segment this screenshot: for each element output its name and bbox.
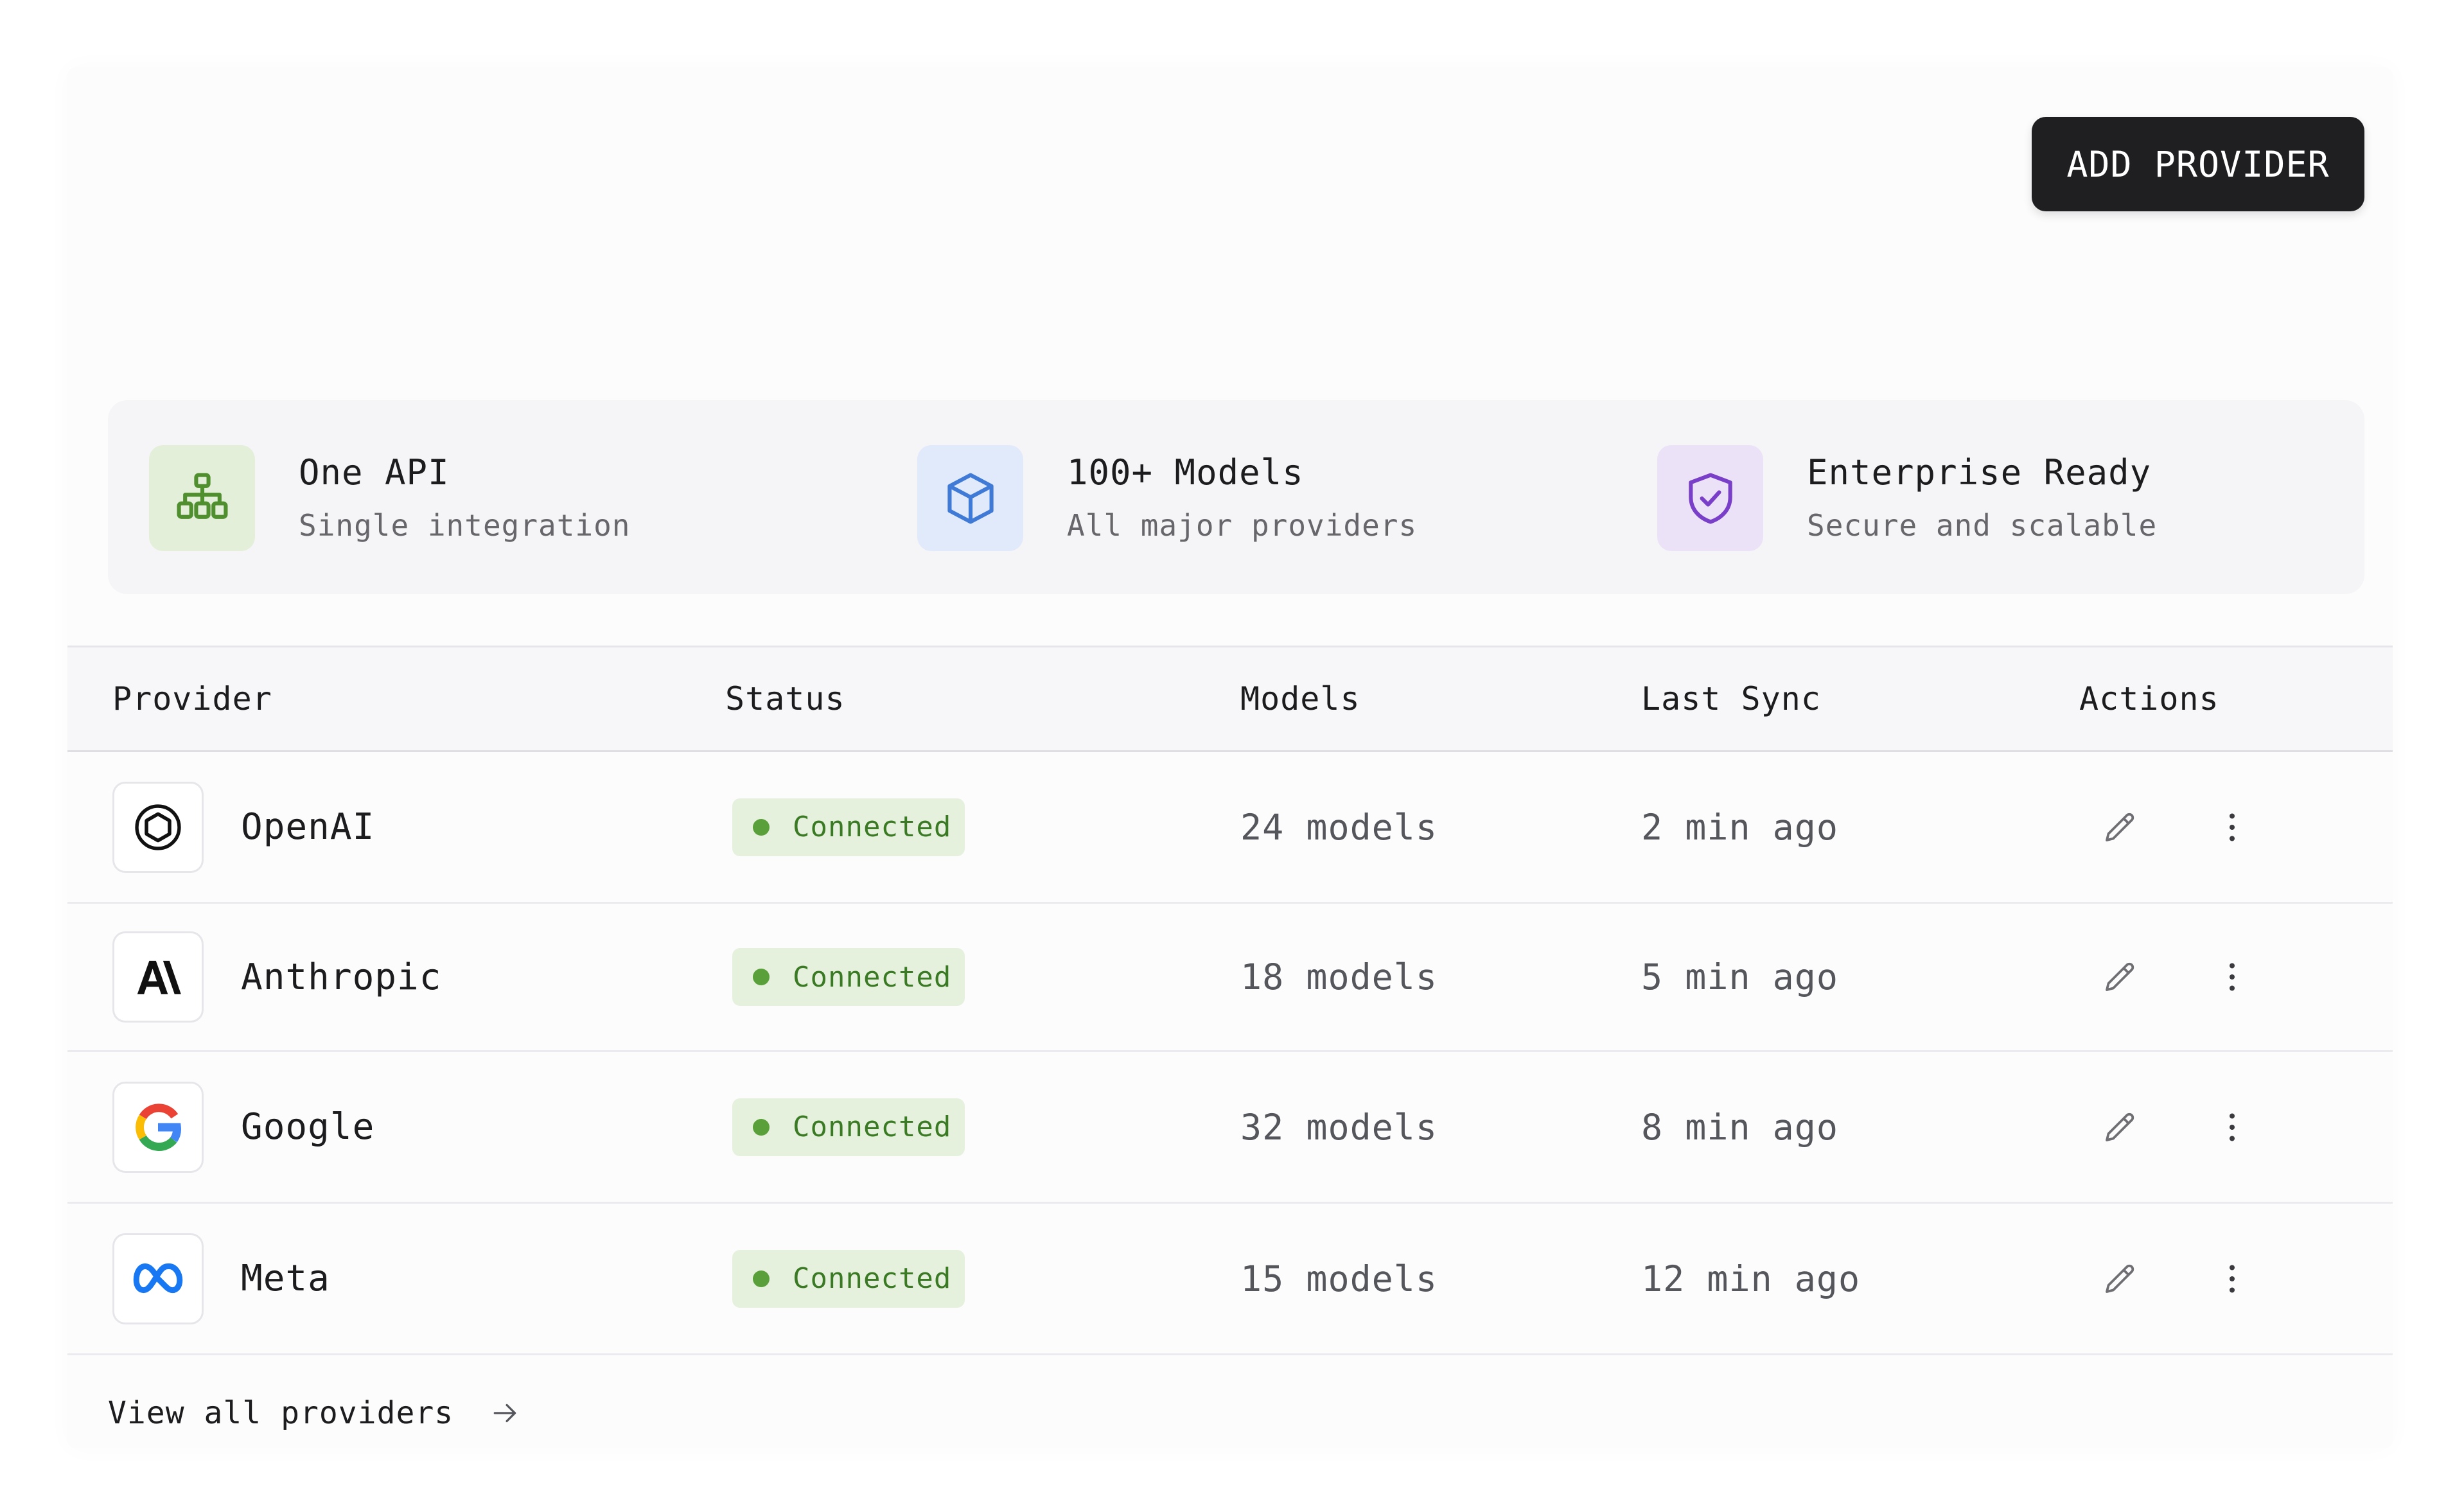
feature-subtitle: Secure and scalable [1807,507,2158,543]
feature-one-api: One API Single integration [149,445,631,551]
provider-name: Google [241,1106,375,1148]
view-all-label: View all providers [108,1395,454,1431]
status-dot-icon [753,1118,770,1136]
provider-cell: Google [112,1052,374,1202]
feature-subtitle: Single integration [299,507,631,543]
column-header-actions: Actions [2079,680,2219,717]
view-all-providers-link[interactable]: View all providers [108,1387,522,1439]
status-badge: Connected [732,1249,965,1308]
status-cell: Connected [732,752,965,902]
arrow-right-icon [489,1397,522,1429]
models-count: 18 models [1240,956,1438,998]
status-dot-icon [753,1270,770,1287]
status-label: Connected [793,960,952,994]
feature-enterprise: Enterprise Ready Secure and scalable [1657,445,2157,551]
edit-button[interactable] [2091,1052,2149,1202]
pencil-icon[interactable] [2091,948,2149,1006]
feature-title: 100+ Models [1067,452,1304,493]
status-label: Connected [793,1262,952,1295]
google-icon [112,1081,204,1173]
more-button[interactable] [2203,752,2261,902]
models-count: 32 models [1240,1106,1438,1148]
column-header-provider[interactable]: Provider [112,647,272,750]
provider-cell: Anthropic [112,904,441,1050]
table-row[interactable]: OpenAI Connected 24 models 2 min ago [67,752,2393,904]
last-sync: 12 min ago [1641,1258,1861,1299]
status-cell: Connected [732,1204,965,1353]
status-dot-icon [753,969,770,985]
last-sync: 2 min ago [1641,806,1839,848]
pencil-icon[interactable] [2091,798,2149,856]
feature-title: One API [299,452,450,493]
cube-icon [917,445,1023,551]
feature-subtitle: All major providers [1067,507,1418,543]
table-header: Provider Status Models Last Sync Actions [67,646,2393,752]
status-cell: Connected [732,1052,965,1202]
more-vertical-icon[interactable] [2203,1098,2261,1156]
provider-cell: OpenAI [112,752,374,902]
more-vertical-icon[interactable] [2203,798,2261,856]
provider-name: Anthropic [241,956,442,998]
status-label: Connected [793,811,952,843]
status-cell: Connected [732,904,965,1050]
edit-button[interactable] [2091,752,2149,902]
provider-name: Meta [241,1258,330,1299]
more-button[interactable] [2203,1052,2261,1202]
feature-models: 100+ Models All major providers [917,445,1417,551]
status-badge: Connected [732,948,965,1006]
add-provider-button[interactable]: ADD PROVIDER [2032,117,2364,211]
status-dot-icon [753,818,770,836]
models-count: 15 models [1240,1258,1438,1299]
column-header-models[interactable]: Models [1240,647,1360,750]
hierarchy-icon [149,445,255,551]
column-header-last-sync[interactable]: Last Sync [1641,647,1821,750]
feature-title: Enterprise Ready [1807,452,2152,493]
pencil-icon[interactable] [2091,1250,2149,1308]
last-sync: 5 min ago [1641,956,1839,998]
status-badge: Connected [732,798,965,856]
status-label: Connected [793,1111,952,1143]
edit-button[interactable] [2091,1204,2149,1353]
provider-name: OpenAI [241,806,375,848]
feature-strip: One API Single integration 100+ Models A… [108,400,2364,594]
meta-icon [112,1233,204,1324]
table-row[interactable]: Meta Connected 15 models 12 min ago [67,1204,2393,1355]
table-row[interactable]: Google Connected 32 models 8 min ago [67,1052,2393,1204]
more-button[interactable] [2203,904,2261,1050]
provider-cell: Meta [112,1204,330,1353]
table-row[interactable]: Anthropic Connected 18 models 5 min ago [67,904,2393,1052]
more-button[interactable] [2203,1204,2261,1353]
edit-button[interactable] [2091,904,2149,1050]
more-vertical-icon[interactable] [2203,1250,2261,1308]
more-vertical-icon[interactable] [2203,948,2261,1006]
shield-check-icon [1657,445,1763,551]
column-header-status[interactable]: Status [725,647,845,750]
openai-icon [112,781,204,873]
models-count: 24 models [1240,806,1438,848]
anthropic-icon [112,931,204,1023]
pencil-icon[interactable] [2091,1098,2149,1156]
status-badge: Connected [732,1098,965,1156]
last-sync: 8 min ago [1641,1106,1839,1148]
